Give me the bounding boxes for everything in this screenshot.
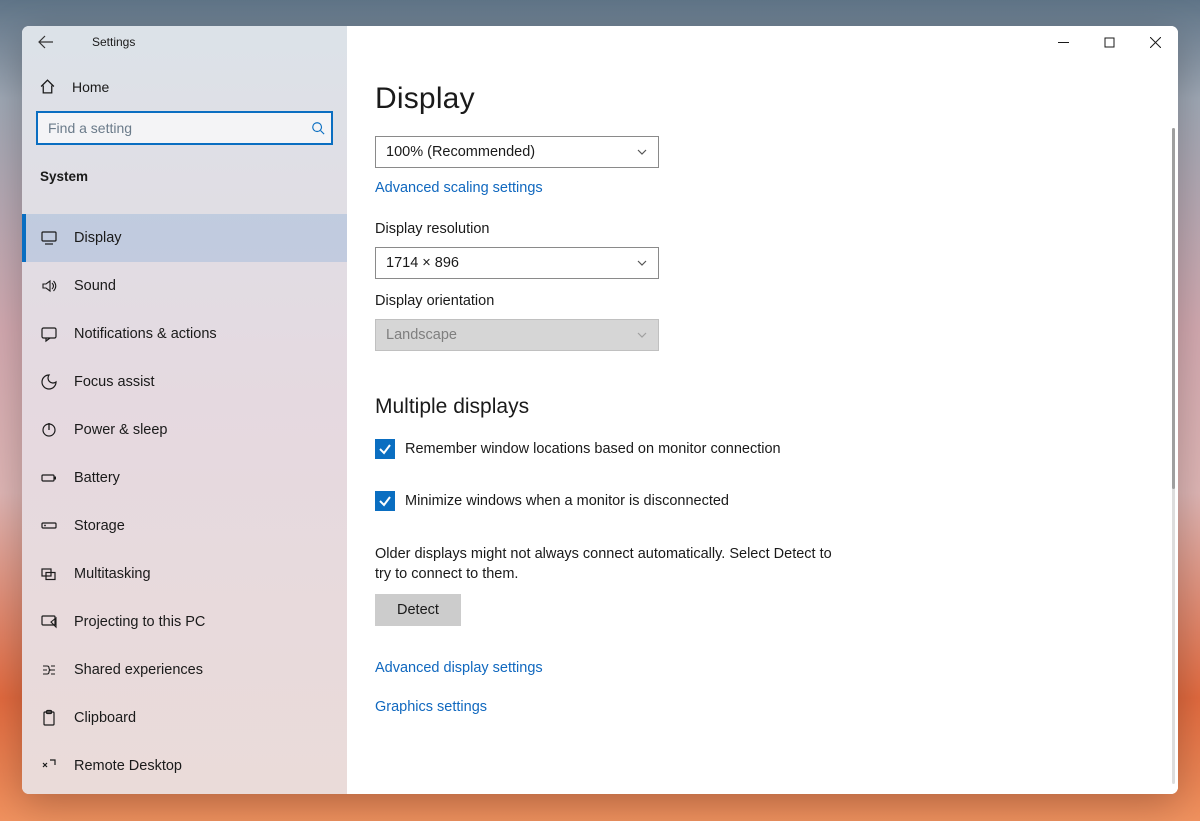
page-title: Display bbox=[375, 58, 1150, 136]
search-wrap bbox=[36, 111, 333, 145]
content-pane: Display 100% (Recommended) Advanced scal… bbox=[347, 26, 1178, 794]
multiple-displays-heading: Multiple displays bbox=[375, 395, 1150, 419]
scrollbar[interactable] bbox=[1172, 128, 1175, 784]
sidebar-item-label: Clipboard bbox=[74, 710, 136, 726]
window-close-button[interactable] bbox=[1132, 26, 1178, 58]
chevron-down-icon bbox=[636, 329, 648, 341]
detect-description: Older displays might not always connect … bbox=[375, 545, 835, 584]
sidebar: Settings Home System bbox=[22, 26, 347, 794]
settings-window: Settings Home System bbox=[22, 26, 1178, 794]
sidebar-item-label: Remote Desktop bbox=[74, 758, 182, 774]
sidebar-item-label: Display bbox=[74, 230, 122, 246]
titlebar-right bbox=[347, 26, 1178, 58]
checkbox-remember-row: Remember window locations based on monit… bbox=[375, 439, 1150, 459]
sidebar-item-remote-desktop[interactable]: Remote Desktop bbox=[22, 742, 347, 790]
chevron-down-icon bbox=[636, 146, 648, 158]
close-icon bbox=[1150, 37, 1161, 48]
sidebar-item-sound[interactable]: Sound bbox=[22, 262, 347, 310]
content-inner: Display 100% (Recommended) Advanced scal… bbox=[347, 58, 1178, 794]
sidebar-item-multitasking[interactable]: Multitasking bbox=[22, 550, 347, 598]
power-icon bbox=[40, 421, 58, 439]
display-icon bbox=[40, 229, 58, 247]
sound-icon bbox=[40, 277, 58, 295]
checkbox-minimize-row: Minimize windows when a monitor is disco… bbox=[375, 491, 1150, 511]
resolution-value: 1714 × 896 bbox=[386, 255, 459, 271]
checkbox-remember[interactable] bbox=[375, 439, 395, 459]
desktop-wallpaper: Settings Home System bbox=[0, 0, 1200, 821]
arrow-left-icon bbox=[38, 34, 54, 50]
graphics-settings-link[interactable]: Graphics settings bbox=[375, 699, 487, 715]
sidebar-item-notifications[interactable]: Notifications & actions bbox=[22, 310, 347, 358]
search-input[interactable] bbox=[36, 111, 333, 145]
projecting-icon bbox=[40, 613, 58, 631]
sidebar-item-power-sleep[interactable]: Power & sleep bbox=[22, 406, 347, 454]
notifications-icon bbox=[40, 325, 58, 343]
sidebar-item-shared-experiences[interactable]: Shared experiences bbox=[22, 646, 347, 694]
focus-assist-icon bbox=[40, 373, 58, 391]
sidebar-item-label: Multitasking bbox=[74, 566, 151, 582]
sidebar-item-clipboard[interactable]: Clipboard bbox=[22, 694, 347, 742]
sidebar-home[interactable]: Home bbox=[22, 58, 347, 103]
storage-icon bbox=[40, 517, 58, 535]
sidebar-home-label: Home bbox=[72, 79, 109, 95]
check-icon bbox=[378, 494, 392, 508]
window-minimize-button[interactable] bbox=[1040, 26, 1086, 58]
chevron-down-icon bbox=[636, 257, 648, 269]
titlebar-left: Settings bbox=[22, 26, 347, 58]
sidebar-item-label: Power & sleep bbox=[74, 422, 168, 438]
minimize-icon bbox=[1058, 37, 1069, 48]
advanced-scaling-link[interactable]: Advanced scaling settings bbox=[375, 180, 543, 196]
sidebar-item-focus-assist[interactable]: Focus assist bbox=[22, 358, 347, 406]
orientation-value: Landscape bbox=[386, 327, 457, 343]
sidebar-item-label: Shared experiences bbox=[74, 662, 203, 678]
shared-experiences-icon bbox=[40, 661, 58, 679]
scrollbar-thumb[interactable] bbox=[1172, 128, 1175, 489]
sidebar-item-label: Notifications & actions bbox=[74, 326, 217, 342]
sidebar-item-battery[interactable]: Battery bbox=[22, 454, 347, 502]
app-title: Settings bbox=[92, 35, 135, 49]
maximize-icon bbox=[1104, 37, 1115, 48]
scale-dropdown[interactable]: 100% (Recommended) bbox=[375, 136, 659, 168]
sidebar-item-label: Projecting to this PC bbox=[74, 614, 205, 630]
scale-value: 100% (Recommended) bbox=[386, 144, 535, 160]
checkbox-minimize[interactable] bbox=[375, 491, 395, 511]
sidebar-item-label: Focus assist bbox=[74, 374, 155, 390]
remote-desktop-icon bbox=[40, 757, 58, 775]
resolution-label: Display resolution bbox=[375, 221, 1150, 237]
sidebar-item-storage[interactable]: Storage bbox=[22, 502, 347, 550]
back-button[interactable] bbox=[32, 28, 60, 56]
orientation-label: Display orientation bbox=[375, 293, 1150, 309]
resolution-dropdown[interactable]: 1714 × 896 bbox=[375, 247, 659, 279]
multitasking-icon bbox=[40, 565, 58, 583]
sidebar-group-label: System bbox=[22, 153, 347, 196]
checkbox-minimize-label: Minimize windows when a monitor is disco… bbox=[405, 493, 729, 509]
home-icon bbox=[38, 78, 56, 95]
sidebar-item-label: Battery bbox=[74, 470, 120, 486]
sidebar-item-label: Storage bbox=[74, 518, 125, 534]
clipboard-icon bbox=[40, 709, 58, 727]
checkbox-remember-label: Remember window locations based on monit… bbox=[405, 441, 781, 457]
detect-button[interactable]: Detect bbox=[375, 594, 461, 626]
battery-icon bbox=[40, 469, 58, 487]
orientation-dropdown: Landscape bbox=[375, 319, 659, 351]
advanced-display-link[interactable]: Advanced display settings bbox=[375, 660, 543, 676]
sidebar-nav: Display Sound Notifications & actions bbox=[22, 196, 347, 790]
sidebar-item-label: Sound bbox=[74, 278, 116, 294]
window-maximize-button[interactable] bbox=[1086, 26, 1132, 58]
sidebar-item-projecting[interactable]: Projecting to this PC bbox=[22, 598, 347, 646]
sidebar-item-display[interactable]: Display bbox=[22, 214, 347, 262]
check-icon bbox=[378, 442, 392, 456]
